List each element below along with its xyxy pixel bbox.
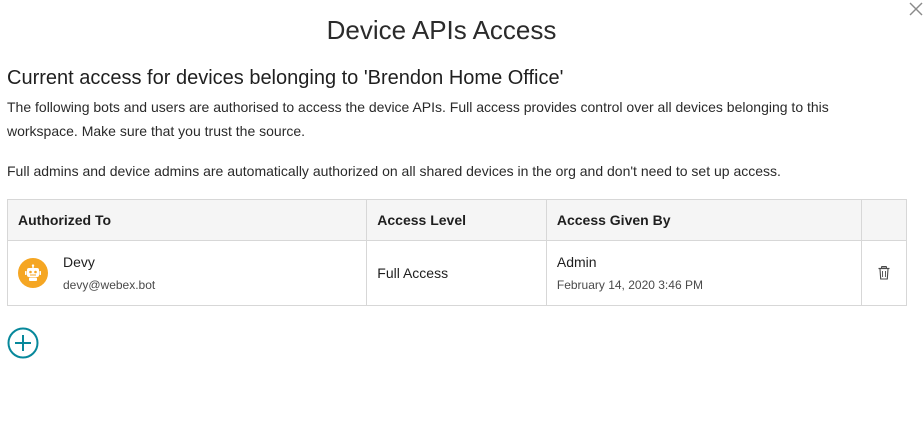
authorized-name: Devy: [63, 254, 95, 270]
section-heading: Current access for devices belonging to …: [7, 67, 564, 89]
dialog-title: Device APIs Access: [326, 15, 557, 45]
close-button[interactable]: [903, 0, 923, 20]
trash-icon: [878, 266, 890, 280]
cell-actions: [860, 240, 908, 306]
table-row: Devy devy@webex.bot Full Access Admin Fe…: [6, 240, 908, 306]
given-by-date: February 14, 2020 3:46 PM: [556, 278, 703, 292]
given-by-name: Admin: [556, 254, 597, 270]
cell-access-level: Full Access: [366, 240, 547, 306]
header-authorized-to: Authorized To: [6, 199, 368, 241]
admin-note: Full admins and device admins are automa…: [7, 163, 781, 179]
cell-authorized-to: Devy devy@webex.bot: [6, 240, 368, 306]
access-table: Authorized To Access Level Access Given …: [6, 199, 908, 306]
header-access-level: Access Level: [366, 199, 547, 241]
add-access-button[interactable]: [7, 327, 39, 359]
header-actions: [860, 199, 908, 241]
header-access-given-by: Access Given By: [545, 199, 862, 241]
delete-button[interactable]: [872, 261, 896, 285]
avatar: [18, 258, 48, 288]
add-circle-icon: [7, 327, 39, 359]
authorized-email: devy@webex.bot: [63, 278, 156, 292]
bot-icon: [25, 264, 41, 281]
table-header-row: Authorized To Access Level Access Given …: [6, 199, 908, 241]
close-icon: [909, 2, 923, 16]
cell-access-given-by: Admin February 14, 2020 3:46 PM: [545, 240, 862, 306]
access-level-value: Full Access: [377, 265, 449, 281]
access-description: The following bots and users are authori…: [7, 99, 829, 139]
